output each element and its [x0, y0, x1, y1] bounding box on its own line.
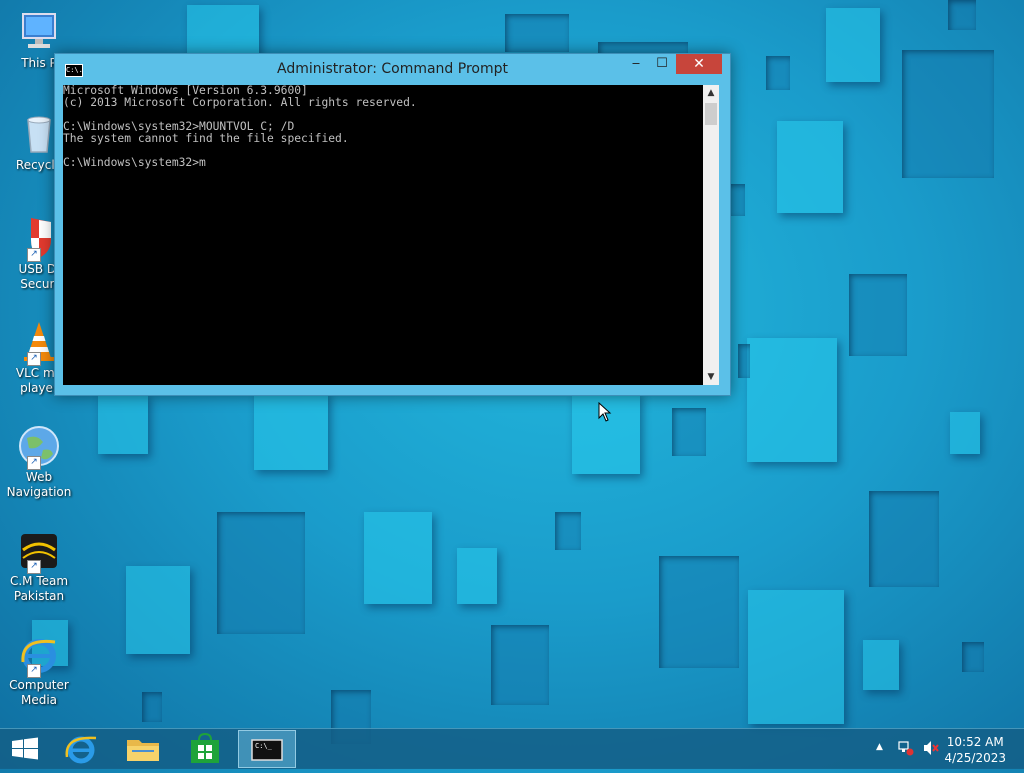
windows-logo-icon — [12, 737, 38, 760]
taskbar-clock[interactable]: 10:52 AM 4/25/2023 — [944, 734, 1006, 766]
command-prompt-window[interactable]: C:\. Administrator: Command Prompt ‒ ☐ ✕… — [54, 53, 731, 396]
desktop-icon-web-navigation[interactable]: ↗ Web Navigation — [4, 424, 74, 500]
folder-icon — [127, 740, 159, 761]
taskbar-store[interactable] — [176, 730, 234, 768]
internet-explorer-icon: ↗ — [17, 632, 61, 678]
vertical-scrollbar[interactable]: ▲ ▼ — [703, 85, 719, 385]
desktop-icon-label: Computer Media — [9, 678, 69, 707]
cm-team-logo-icon: ↗ — [17, 528, 61, 574]
scroll-down-button[interactable]: ▼ — [703, 369, 719, 385]
scroll-thumb[interactable] — [705, 103, 717, 125]
clock-time: 10:52 AM — [946, 735, 1004, 749]
shortcut-arrow-icon: ↗ — [27, 664, 41, 678]
scroll-up-button[interactable]: ▲ — [703, 85, 719, 101]
command-prompt-icon: C:\_ — [251, 739, 283, 761]
network-icon[interactable] — [898, 740, 914, 759]
minimize-button[interactable]: ‒ — [623, 54, 649, 75]
shortcut-arrow-icon: ↗ — [27, 560, 41, 574]
taskbar-command-prompt[interactable]: C:\_ — [238, 730, 296, 768]
shortcut-arrow-icon: ↗ — [27, 352, 41, 366]
clock-date: 4/25/2023 — [944, 751, 1006, 765]
console-text: Microsoft Windows [Version 6.3.9600] (c)… — [63, 85, 417, 169]
taskbar: C:\_ ▲ 10:52 AM 4/25/2023 — [0, 728, 1024, 769]
shortcut-arrow-icon: ↗ — [27, 248, 41, 262]
desktop-icon-label: Web Navigation — [6, 470, 72, 499]
globe-icon: ↗ — [17, 424, 61, 470]
taskbar-internet-explorer[interactable] — [52, 730, 110, 768]
computer-icon — [17, 10, 61, 54]
close-button[interactable]: ✕ — [676, 54, 722, 74]
taskbar-file-explorer[interactable] — [114, 730, 172, 768]
desktop-icon-cm-team[interactable]: ↗ C.M Team Pakistan — [4, 528, 74, 604]
store-bag-icon — [191, 732, 219, 763]
console-output[interactable]: Microsoft Windows [Version 6.3.9600] (c)… — [63, 85, 703, 385]
volume-muted-icon[interactable] — [922, 740, 940, 759]
desktop-icon-label: C.M Team Pakistan — [9, 574, 69, 603]
internet-explorer-icon — [65, 736, 97, 764]
svg-text:C:\_: C:\_ — [255, 742, 273, 750]
desktop-icon-computer-media[interactable]: ↗ Computer Media — [4, 632, 74, 708]
tray-overflow-button[interactable]: ▲ — [876, 742, 883, 752]
mouse-cursor-icon — [598, 401, 612, 426]
maximize-button[interactable]: ☐ — [649, 54, 675, 75]
window-titlebar[interactable]: C:\. Administrator: Command Prompt ‒ ☐ ✕ — [55, 54, 730, 84]
start-button[interactable] — [0, 730, 50, 768]
shortcut-arrow-icon: ↗ — [27, 456, 41, 470]
